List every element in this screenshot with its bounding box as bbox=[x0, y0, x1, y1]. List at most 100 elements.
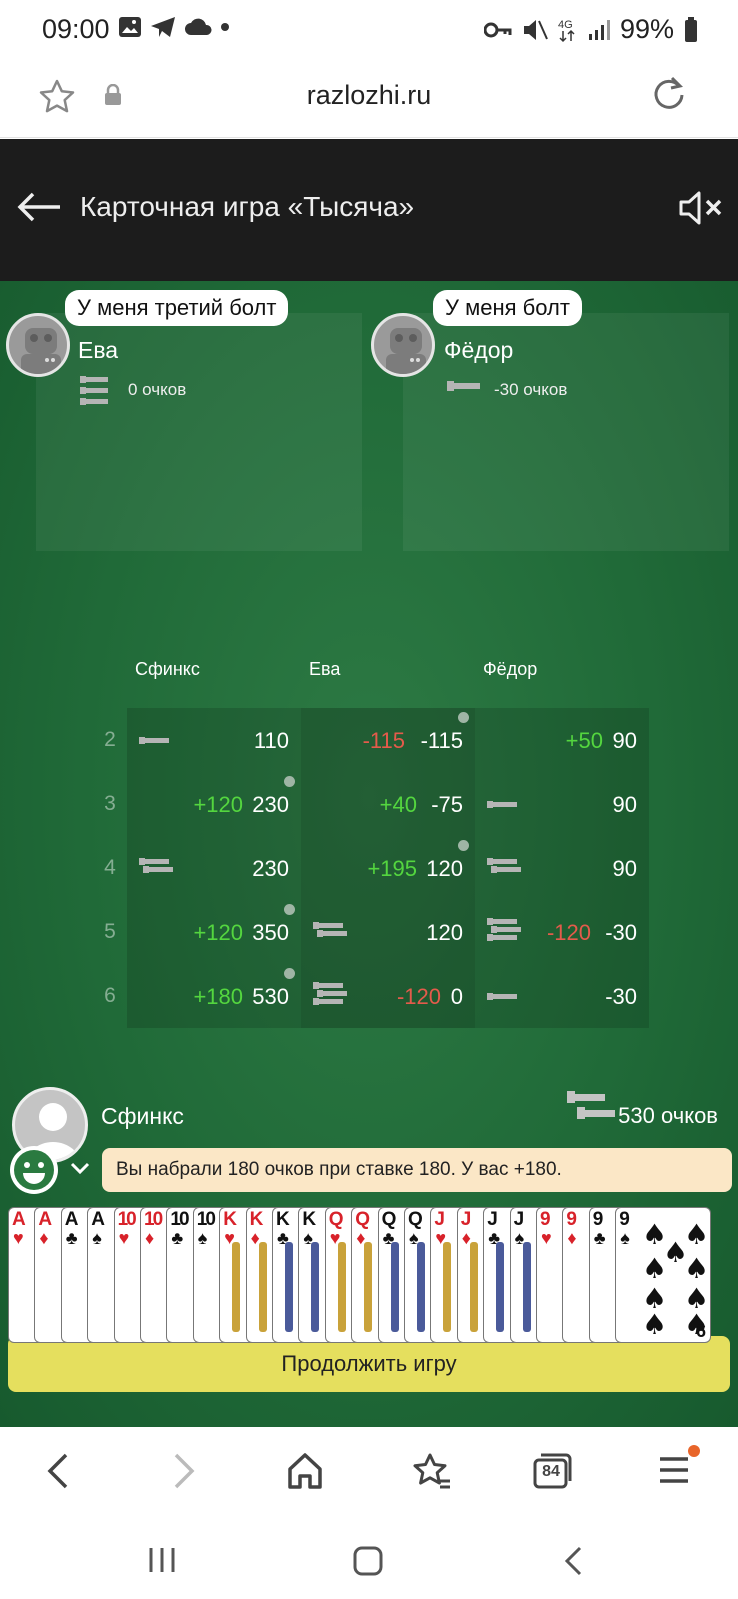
card-face-art bbox=[311, 1242, 320, 1332]
card-suit: ♠ bbox=[92, 1228, 102, 1248]
table-row: 230 120 +195 90 bbox=[127, 836, 649, 900]
playing-card[interactable]: 9 ♠ ♠ ♠ ♠ ♠ ♠ ♠ ♠ ♠ ♠ 9 bbox=[615, 1207, 712, 1343]
table-row: 230 +120 -75 +40 90 bbox=[127, 772, 649, 836]
score-delta: -115 bbox=[362, 728, 405, 753]
bolt-icon bbox=[487, 918, 521, 941]
card-suit: ♦ bbox=[39, 1228, 49, 1248]
score-cell: 230 bbox=[127, 836, 301, 900]
bolt-icon bbox=[567, 1091, 615, 1119]
gallery-icon bbox=[119, 17, 141, 37]
score-total: -75 bbox=[431, 792, 463, 817]
card-face-art bbox=[443, 1242, 452, 1332]
score-total: 530 bbox=[252, 984, 289, 1009]
card-hand[interactable]: A ♥ A ♦ A ♣ A ♠ 10 ♥ 10 ♦ 10 ♣ 10 ♠ K ♥ K ♦ K ♣ K ♠ Q ♥ Q ♦ Q ♣ Q ♠ J ♥ J ♦… bbox=[8, 1207, 738, 1347]
dealer-dot bbox=[284, 968, 295, 979]
back-icon[interactable] bbox=[44, 1451, 74, 1491]
browser-url-bar: razlozhi.ru bbox=[0, 60, 738, 138]
score-total: -30 bbox=[605, 984, 637, 1009]
score-total: -115 bbox=[420, 728, 463, 753]
bolt-icon bbox=[487, 801, 517, 808]
speech-bubble-right: У меня болт bbox=[433, 290, 582, 326]
score-cell: 120 +195 bbox=[301, 836, 475, 900]
tabs-button[interactable]: 84 bbox=[532, 1451, 572, 1491]
dealer-dot bbox=[458, 712, 469, 723]
mute-icon bbox=[523, 19, 548, 40]
speech-bubble-left: У меня третий болт bbox=[65, 290, 289, 326]
row-number: 4 bbox=[104, 856, 116, 879]
system-nav-bar bbox=[0, 1523, 738, 1599]
menu-icon[interactable] bbox=[656, 1445, 700, 1491]
card-face-art bbox=[232, 1242, 241, 1332]
score-cell: 120 bbox=[301, 900, 475, 964]
recent-apps-icon[interactable] bbox=[146, 1545, 178, 1575]
back-arrow-icon[interactable] bbox=[16, 191, 62, 223]
emoji-button[interactable] bbox=[10, 1146, 58, 1194]
cloud-icon bbox=[185, 18, 212, 35]
player-score-left: 0 очков bbox=[128, 380, 187, 399]
forward-icon[interactable] bbox=[168, 1451, 198, 1491]
card-face-art bbox=[469, 1242, 478, 1332]
score-total: 120 bbox=[426, 856, 463, 881]
score-table[interactable]: 110 -115 -115 90 +50 230 +120 -75 +40 90 230 120 +19… bbox=[127, 686, 649, 1030]
score-header-sfinks: Сфинкс bbox=[135, 659, 200, 679]
score-total: 230 bbox=[252, 856, 289, 881]
score-total: 120 bbox=[426, 920, 463, 945]
card-face-art bbox=[285, 1242, 293, 1332]
robot-avatar-right bbox=[371, 313, 435, 377]
game-table: У меня третий болт Ева 0 очков У меня бо… bbox=[0, 281, 738, 1427]
card-face-art bbox=[496, 1242, 505, 1332]
dealer-dot bbox=[284, 776, 295, 787]
card-suit: ♣ bbox=[65, 1228, 78, 1248]
score-header-eva: Ева bbox=[309, 659, 341, 679]
score-cell: 0 -120 bbox=[301, 964, 475, 1028]
card-corner-rank: 9 bbox=[696, 1320, 707, 1340]
player-name-right: Фёдор bbox=[444, 337, 514, 363]
url-text[interactable]: razlozhi.ru bbox=[0, 80, 738, 111]
row-number: 2 bbox=[104, 728, 116, 751]
score-cell: 350 +120 bbox=[127, 900, 301, 964]
card-suit: ♦ bbox=[145, 1228, 155, 1248]
player-name-left: Ева bbox=[78, 337, 119, 363]
tabs-count: 84 bbox=[542, 1463, 560, 1480]
my-player-name: Сфинкс bbox=[101, 1103, 184, 1129]
system-home-icon[interactable] bbox=[352, 1545, 384, 1577]
robot-avatar-left bbox=[6, 313, 70, 377]
home-icon[interactable] bbox=[286, 1451, 324, 1491]
card-suit: ♥ bbox=[118, 1228, 130, 1248]
bolt-icon bbox=[313, 982, 347, 1005]
battery-percent: 99% bbox=[619, 14, 674, 44]
sound-off-icon[interactable] bbox=[678, 189, 724, 227]
key-icon bbox=[483, 22, 512, 37]
app-header: Карточная игра «Тысяча» bbox=[0, 139, 738, 281]
svg-text:♠: ♠ bbox=[642, 1252, 667, 1285]
card-suit: ♣ bbox=[171, 1228, 184, 1248]
card-suit: ♠ bbox=[197, 1228, 208, 1248]
dealer-dot bbox=[458, 840, 469, 851]
score-cell: 230 +120 bbox=[127, 772, 301, 836]
score-header-fedor: Фёдор bbox=[483, 659, 538, 679]
score-total: 350 bbox=[252, 920, 289, 945]
score-cell: 90 +50 bbox=[475, 708, 649, 772]
score-delta: +40 bbox=[379, 792, 417, 817]
bolt-icon bbox=[139, 737, 169, 744]
card-suit: ♠ bbox=[620, 1228, 630, 1248]
score-total: 230 bbox=[252, 792, 289, 817]
reload-icon[interactable] bbox=[650, 76, 686, 112]
bookmarks-icon[interactable] bbox=[412, 1451, 452, 1491]
score-total: 90 bbox=[612, 792, 637, 817]
bolt-icon bbox=[139, 858, 173, 873]
my-score: 530 очков bbox=[618, 1103, 718, 1128]
svg-text:♠: ♠ bbox=[642, 1308, 667, 1336]
system-back-icon[interactable] bbox=[562, 1545, 586, 1577]
score-cell: 90 bbox=[475, 772, 649, 836]
score-delta: +50 bbox=[565, 728, 603, 753]
chevron-down-icon[interactable] bbox=[70, 1161, 90, 1175]
card-face-art bbox=[522, 1242, 531, 1332]
svg-text:4G: 4G bbox=[558, 19, 573, 31]
status-time: 09:00 bbox=[42, 14, 110, 44]
browser-bottom-nav: 84 bbox=[0, 1427, 738, 1523]
card-face-art bbox=[337, 1242, 346, 1332]
table-row: 530 +180 0 -120 -30 bbox=[127, 964, 649, 1028]
continue-game-button[interactable]: Продолжить игру bbox=[8, 1336, 730, 1392]
score-total: 90 bbox=[612, 856, 637, 881]
